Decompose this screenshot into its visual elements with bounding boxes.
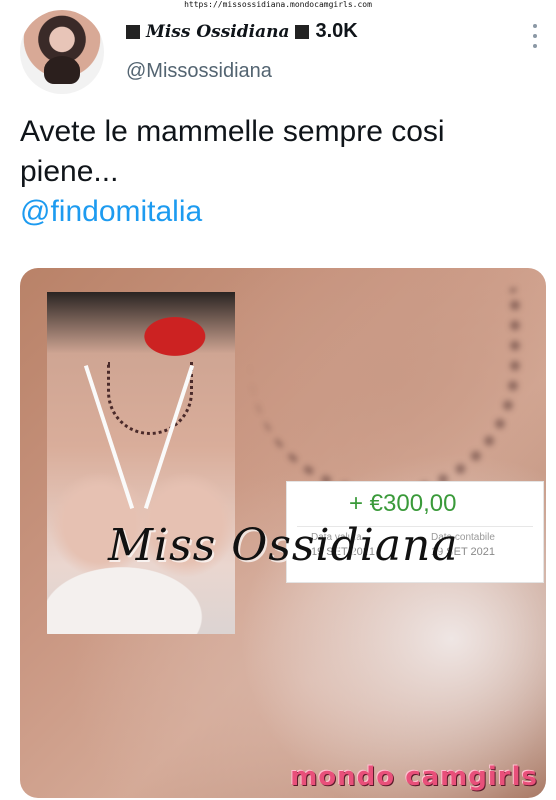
follower-count: 3.0K bbox=[315, 20, 358, 42]
signature-watermark: Miss Ossidiana bbox=[108, 520, 459, 571]
dot bbox=[533, 44, 537, 48]
payment-amount: + €300,00 bbox=[349, 490, 457, 517]
url-banner: https://missossidiana.mondocamgirls.com bbox=[184, 0, 372, 9]
inset-photo bbox=[47, 292, 235, 634]
dot bbox=[533, 24, 537, 28]
tweet-media[interactable]: + €300,00 Data valuta 19 SET 2021 Data c… bbox=[20, 268, 546, 798]
display-name[interactable]: Miss Ossidiana bbox=[146, 22, 289, 42]
mention-link[interactable]: @findomitalia bbox=[20, 192, 536, 232]
square-icon bbox=[295, 24, 310, 39]
more-options-icon[interactable] bbox=[532, 24, 538, 48]
tweet-text: Avete le mammelle sempre cosi piene... @… bbox=[20, 112, 536, 232]
tweet-header: Miss Ossidiana 3.0K @Missossidiana bbox=[20, 10, 540, 94]
tweet-body: Avete le mammelle sempre cosi piene... bbox=[20, 115, 445, 188]
blurred-necklace bbox=[250, 288, 520, 498]
dot bbox=[533, 34, 537, 38]
avatar[interactable] bbox=[20, 10, 104, 94]
name-row[interactable]: Miss Ossidiana 3.0K bbox=[126, 20, 358, 43]
handle[interactable]: @Missossidiana bbox=[126, 60, 272, 83]
square-icon bbox=[126, 24, 140, 39]
brand-watermark: mondo camgirls bbox=[290, 762, 538, 792]
